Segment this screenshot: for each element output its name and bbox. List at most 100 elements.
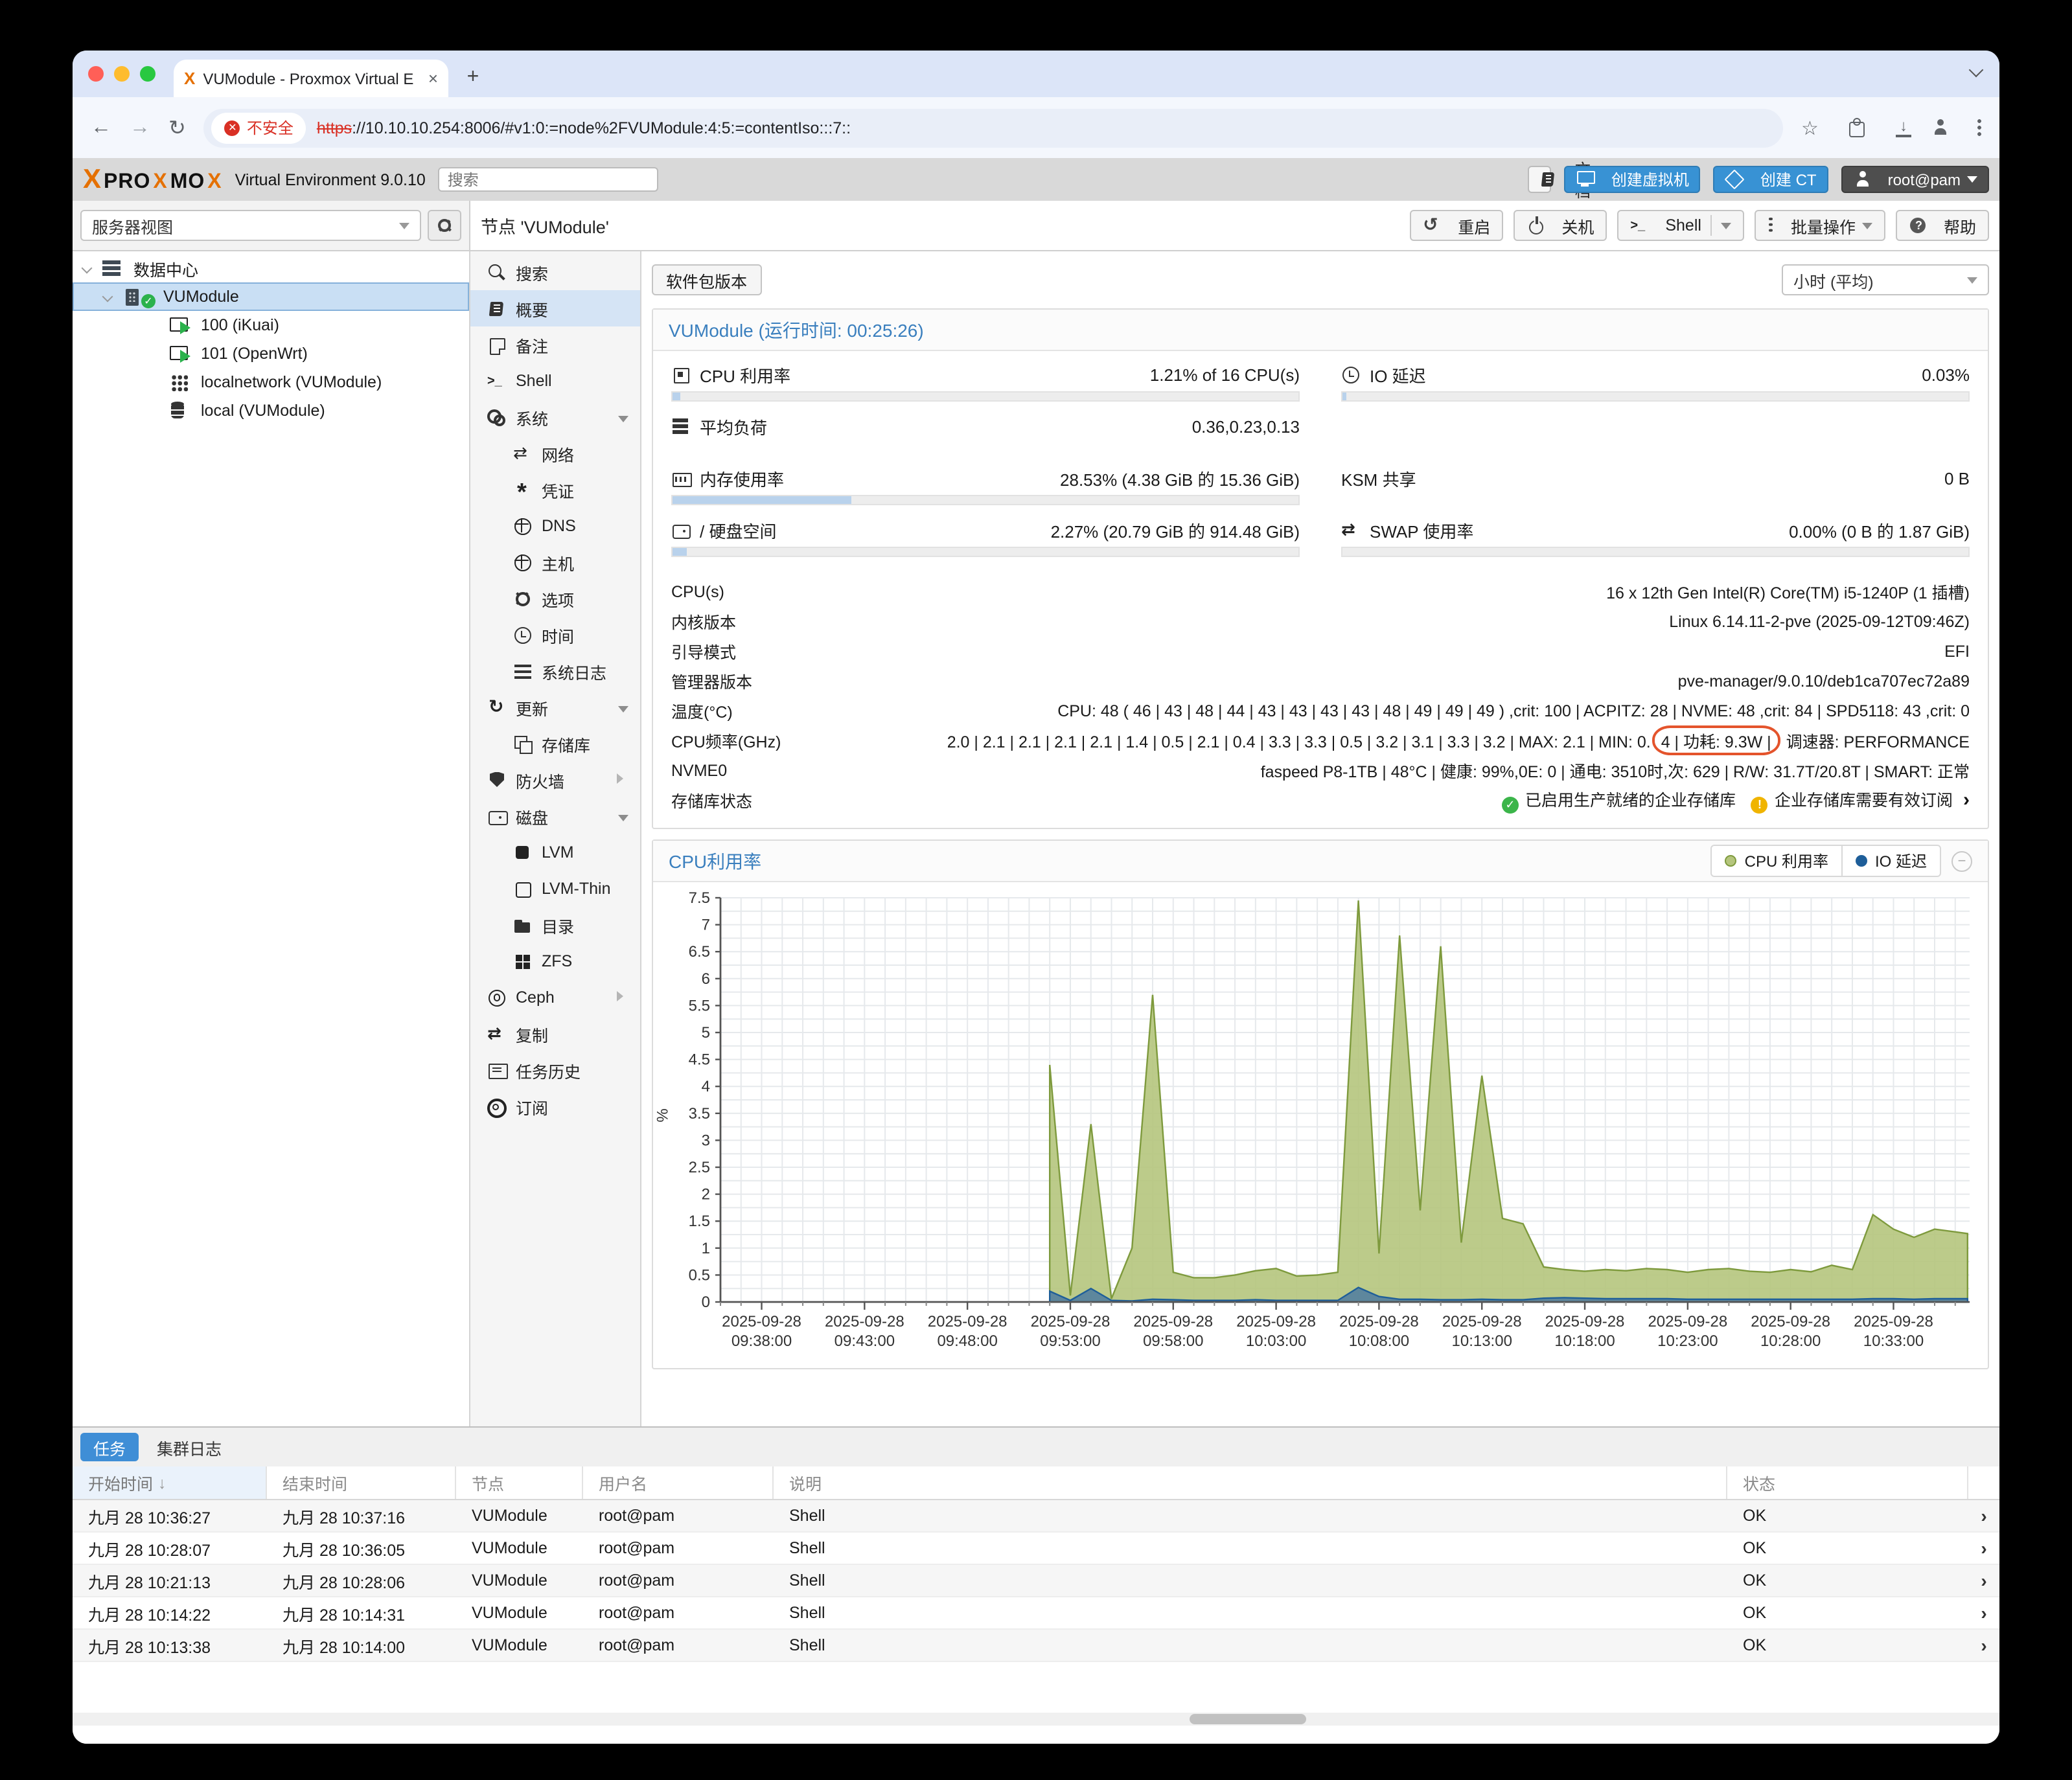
nav-item[interactable]: 凭证 xyxy=(470,472,640,508)
tab-search-chevron-icon[interactable] xyxy=(1969,63,1984,78)
nav-item[interactable]: 磁盘 xyxy=(470,798,640,834)
content-strip: 软件包版本 小时 (平均) xyxy=(652,262,1989,298)
network-icon xyxy=(513,444,533,463)
nav-item[interactable]: 选项 xyxy=(470,580,640,617)
tree-row[interactable]: ✓ 数据中心 xyxy=(73,254,469,282)
nav-item[interactable]: Ceph xyxy=(470,979,640,1016)
nav-item[interactable]: 备注 xyxy=(470,326,640,363)
nav-item[interactable]: Shell xyxy=(470,363,640,399)
col-description[interactable]: 说明 xyxy=(774,1466,1727,1499)
minimize-window-button[interactable] xyxy=(114,66,130,82)
tab-close-icon[interactable]: × xyxy=(428,69,438,88)
bulk-actions-button[interactable]: 批量操作 xyxy=(1755,210,1885,241)
bookmark-star-icon[interactable] xyxy=(1801,118,1821,137)
shutdown-button[interactable]: 关机 xyxy=(1514,210,1607,241)
time-range-select[interactable]: 小时 (平均) xyxy=(1782,264,1989,295)
nav-item[interactable]: 系统 xyxy=(470,399,640,435)
nav-item[interactable]: LVM xyxy=(470,834,640,871)
more-chevron-icon[interactable]: › xyxy=(1963,789,1970,811)
zoom-window-button[interactable] xyxy=(140,66,155,82)
cpu-frequency-value: 2.0 | 2.1 | 2.1 | 2.1 | 2.1 | 1.4 | 0.5 … xyxy=(947,725,1970,755)
tree-row[interactable]: ✓ localnetwork (VUModule) xyxy=(73,368,469,396)
user-menu-button[interactable]: root@pam xyxy=(1841,166,1989,193)
task-detail-chevron-icon[interactable]: › xyxy=(1968,1630,1999,1661)
legend-cpu[interactable]: CPU 利用率 xyxy=(1712,846,1841,876)
expand-caret-icon[interactable] xyxy=(82,263,93,274)
task-row[interactable]: 九月 28 10:13:38 九月 28 10:14:00 VUModule r… xyxy=(73,1630,1999,1662)
back-icon[interactable]: ← xyxy=(91,116,111,139)
close-window-button[interactable] xyxy=(88,66,104,82)
browser-menu-icon[interactable] xyxy=(1977,119,1981,136)
nav-item[interactable]: 时间 xyxy=(470,617,640,653)
col-status[interactable]: 状态 xyxy=(1727,1466,1968,1499)
task-detail-chevron-icon[interactable]: › xyxy=(1968,1565,1999,1596)
reboot-button[interactable]: 重启 xyxy=(1410,210,1503,241)
nav-item[interactable]: 更新 xyxy=(470,689,640,725)
help-button[interactable]: 帮助 xyxy=(1896,210,1989,241)
forward-icon[interactable]: → xyxy=(130,116,150,139)
task-detail-chevron-icon[interactable]: › xyxy=(1968,1597,1999,1628)
col-user[interactable]: 用户名 xyxy=(583,1466,774,1499)
package-versions-button[interactable]: 软件包版本 xyxy=(652,264,761,295)
task-row[interactable]: 九月 28 10:36:27 九月 28 10:37:16 VUModule r… xyxy=(73,1500,1999,1533)
view-selector[interactable]: 服务器视图 xyxy=(80,210,421,241)
nav-item[interactable]: 系统日志 xyxy=(470,653,640,689)
nav-item-label: 防火墙 xyxy=(516,768,564,792)
browser-tab[interactable]: X VUModule - Proxmox Virtual E × xyxy=(174,60,448,97)
nav-item[interactable]: 概要 xyxy=(470,290,640,326)
shell-button[interactable]: Shell xyxy=(1617,210,1744,241)
swap-progress-bar xyxy=(1341,547,1970,557)
task-start-time: 九月 28 10:21:13 xyxy=(73,1565,267,1596)
col-end-time[interactable]: 结束时间 xyxy=(267,1466,456,1499)
create-vm-button[interactable]: 创建虚拟机 xyxy=(1565,166,1701,193)
task-row[interactable]: 九月 28 10:21:13 九月 28 10:28:06 VUModule r… xyxy=(73,1565,1999,1597)
nav-item[interactable]: 存储库 xyxy=(470,725,640,762)
horizontal-scrollbar[interactable] xyxy=(73,1713,1999,1726)
task-row[interactable]: 九月 28 10:28:07 九月 28 10:36:05 VUModule r… xyxy=(73,1533,1999,1565)
tree-options-button[interactable] xyxy=(428,210,461,241)
scrollbar-thumb[interactable] xyxy=(1190,1714,1306,1724)
nav-item[interactable]: 复制 xyxy=(470,1016,640,1052)
address-bar[interactable]: ✕ 不安全 https://10.10.10.254:8006/#v1:0:=n… xyxy=(204,108,1783,147)
task-row[interactable]: 九月 28 10:14:22 九月 28 10:14:31 VUModule r… xyxy=(73,1597,1999,1630)
svg-text:5.5: 5.5 xyxy=(689,997,710,1014)
new-tab-button[interactable]: + xyxy=(456,61,490,95)
security-badge[interactable]: ✕ 不安全 xyxy=(212,112,306,143)
create-ct-button[interactable]: 创建 CT xyxy=(1714,166,1828,193)
nav-item[interactable]: 订阅 xyxy=(470,1088,640,1124)
tree-row[interactable]: ✓ VUModule xyxy=(73,282,469,311)
extensions-icon[interactable] xyxy=(1848,118,1867,137)
col-node[interactable]: 节点 xyxy=(456,1466,583,1499)
legend-io[interactable]: IO 延迟 xyxy=(1841,846,1940,876)
col-start-time[interactable]: 开始时间↓ xyxy=(73,1466,267,1499)
tab-cluster-log[interactable]: 集群日志 xyxy=(144,1433,235,1461)
nav-item[interactable]: 目录 xyxy=(470,907,640,943)
tree-row[interactable]: ✓ 101 (OpenWrt) xyxy=(73,339,469,368)
nav-item[interactable]: 网络 xyxy=(470,435,640,472)
nav-item[interactable]: 搜索 xyxy=(470,254,640,290)
nav-item[interactable]: DNS xyxy=(470,508,640,544)
nav-item[interactable]: ZFS xyxy=(470,943,640,979)
reload-icon[interactable]: ↻ xyxy=(168,115,186,141)
nav-item[interactable]: LVM-Thin xyxy=(470,871,640,907)
node-toolbar: 节点 'VUModule' 重启 关机 Shell 批量操作 帮助 xyxy=(470,201,1999,250)
expand-caret-icon[interactable] xyxy=(102,291,113,302)
downloads-icon[interactable]: ↓ xyxy=(1894,119,1913,137)
nav-item[interactable]: 主机 xyxy=(470,544,640,580)
task-detail-chevron-icon[interactable]: › xyxy=(1968,1500,1999,1531)
tree-row[interactable]: ✓ local (VUModule) xyxy=(73,396,469,425)
not-secure-label: 不安全 xyxy=(247,117,294,139)
nav-item[interactable]: 防火墙 xyxy=(470,762,640,798)
svg-text:2025-09-28: 2025-09-28 xyxy=(1133,1313,1213,1330)
cpu-chart-body: % 00.511.522.533.544.555.566.577.52025-0… xyxy=(653,882,1988,1368)
collapse-chart-button[interactable]: − xyxy=(1951,850,1972,871)
tree-row[interactable]: ✓ 100 (iKuai) xyxy=(73,311,469,339)
tab-tasks[interactable]: 任务 xyxy=(80,1433,139,1461)
profile-icon[interactable] xyxy=(1931,118,1950,137)
global-search-input[interactable] xyxy=(439,167,659,192)
documentation-button[interactable]: 文档 xyxy=(1528,166,1552,193)
options-icon xyxy=(513,589,533,608)
task-detail-chevron-icon[interactable]: › xyxy=(1968,1533,1999,1564)
nav-item[interactable]: 任务历史 xyxy=(470,1052,640,1088)
chevron-down-icon xyxy=(399,222,409,234)
